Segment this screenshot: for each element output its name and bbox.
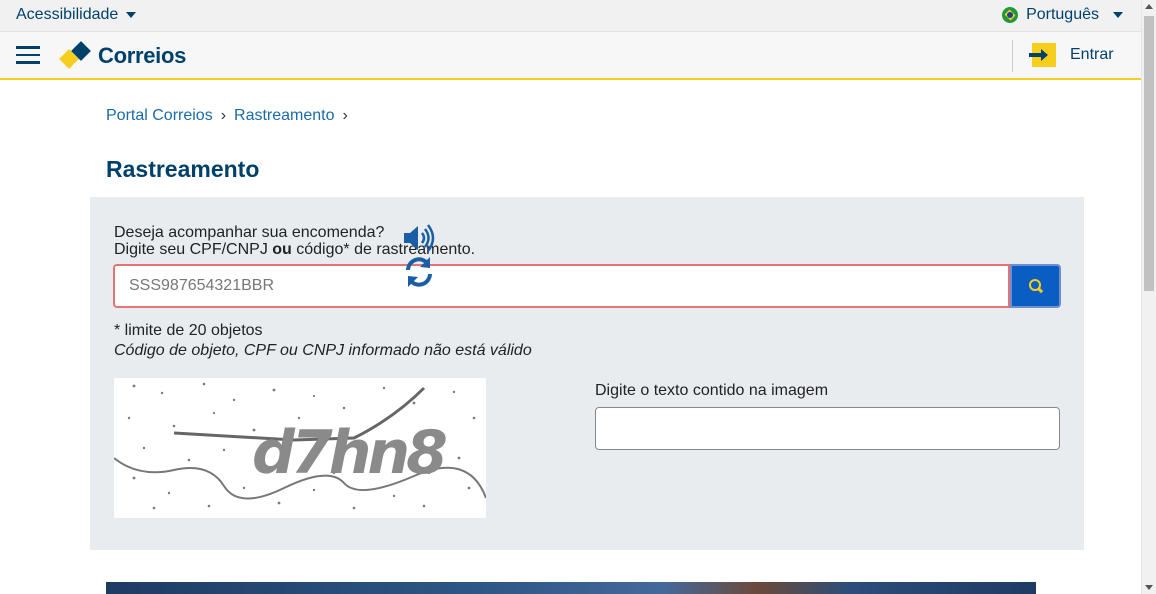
logo-mark-icon — [59, 41, 94, 70]
breadcrumb: Portal Correios › Rastreamento › — [106, 107, 348, 125]
login-label: Entrar — [1070, 46, 1114, 63]
captcha-image: d7hn8 — [114, 378, 486, 518]
promo-banner[interactable] — [106, 582, 1036, 594]
brazil-flag-icon — [1002, 7, 1019, 23]
breadcrumb-item-rastreamento[interactable]: Rastreamento — [234, 107, 335, 125]
correios-logo[interactable]: Correios — [59, 41, 187, 70]
chevron-down-icon — [126, 12, 137, 18]
tracking-code-input[interactable]: SSS987654321BBR — [113, 264, 1010, 308]
captcha-input[interactable] — [595, 407, 1060, 450]
scroll-up-icon[interactable] — [1145, 4, 1153, 9]
login-button[interactable]: Entrar — [1029, 43, 1114, 67]
captcha-input-label: Digite o texto contido na imagem — [595, 382, 829, 399]
accessibility-menu[interactable]: Acessibilidade — [16, 6, 137, 24]
breadcrumb-separator-icon: › — [342, 107, 348, 124]
audio-icon[interactable] — [402, 223, 436, 253]
intro-text: Digite seu CPF/CNPJ — [114, 241, 273, 258]
captcha-noise: d7hn8 — [114, 382, 486, 510]
refresh-icon[interactable] — [402, 255, 436, 289]
captcha-text: d7hn8 — [252, 418, 446, 488]
language-label: Português — [1026, 6, 1099, 23]
page-title: Rastreamento — [106, 156, 260, 182]
breadcrumb-separator-icon: › — [220, 107, 227, 124]
language-selector[interactable]: Português — [1002, 6, 1123, 24]
breadcrumb-item-portal[interactable]: Portal Correios — [106, 107, 213, 125]
tracking-search: SSS987654321BBR — [113, 264, 1061, 308]
limit-note: * limite de 20 objetos — [114, 322, 263, 339]
hamburger-menu-icon[interactable] — [16, 46, 40, 64]
accessibility-label: Acessibilidade — [16, 6, 119, 23]
tracking-panel: Deseja acompanhar sua encomenda? Digite … — [90, 197, 1084, 550]
login-icon — [1029, 43, 1056, 67]
error-message: Código de objeto, CPF ou CNPJ informado … — [114, 342, 532, 359]
search-icon — [1028, 279, 1043, 293]
top-utility-bar: Acessibilidade Português — [0, 0, 1141, 32]
logo-text: Correios — [98, 43, 187, 68]
search-button[interactable] — [1010, 264, 1061, 308]
scroll-down-icon[interactable] — [1145, 585, 1153, 590]
chevron-down-icon — [1113, 12, 1123, 18]
page-scrollbar[interactable] — [1141, 0, 1156, 594]
scroll-thumb[interactable] — [1144, 16, 1154, 291]
intro-text: código* de rastreamento. — [291, 241, 476, 258]
header-divider — [1012, 40, 1013, 72]
intro-bold-text: ou — [272, 241, 292, 258]
site-header: Correios Entrar — [0, 32, 1141, 80]
